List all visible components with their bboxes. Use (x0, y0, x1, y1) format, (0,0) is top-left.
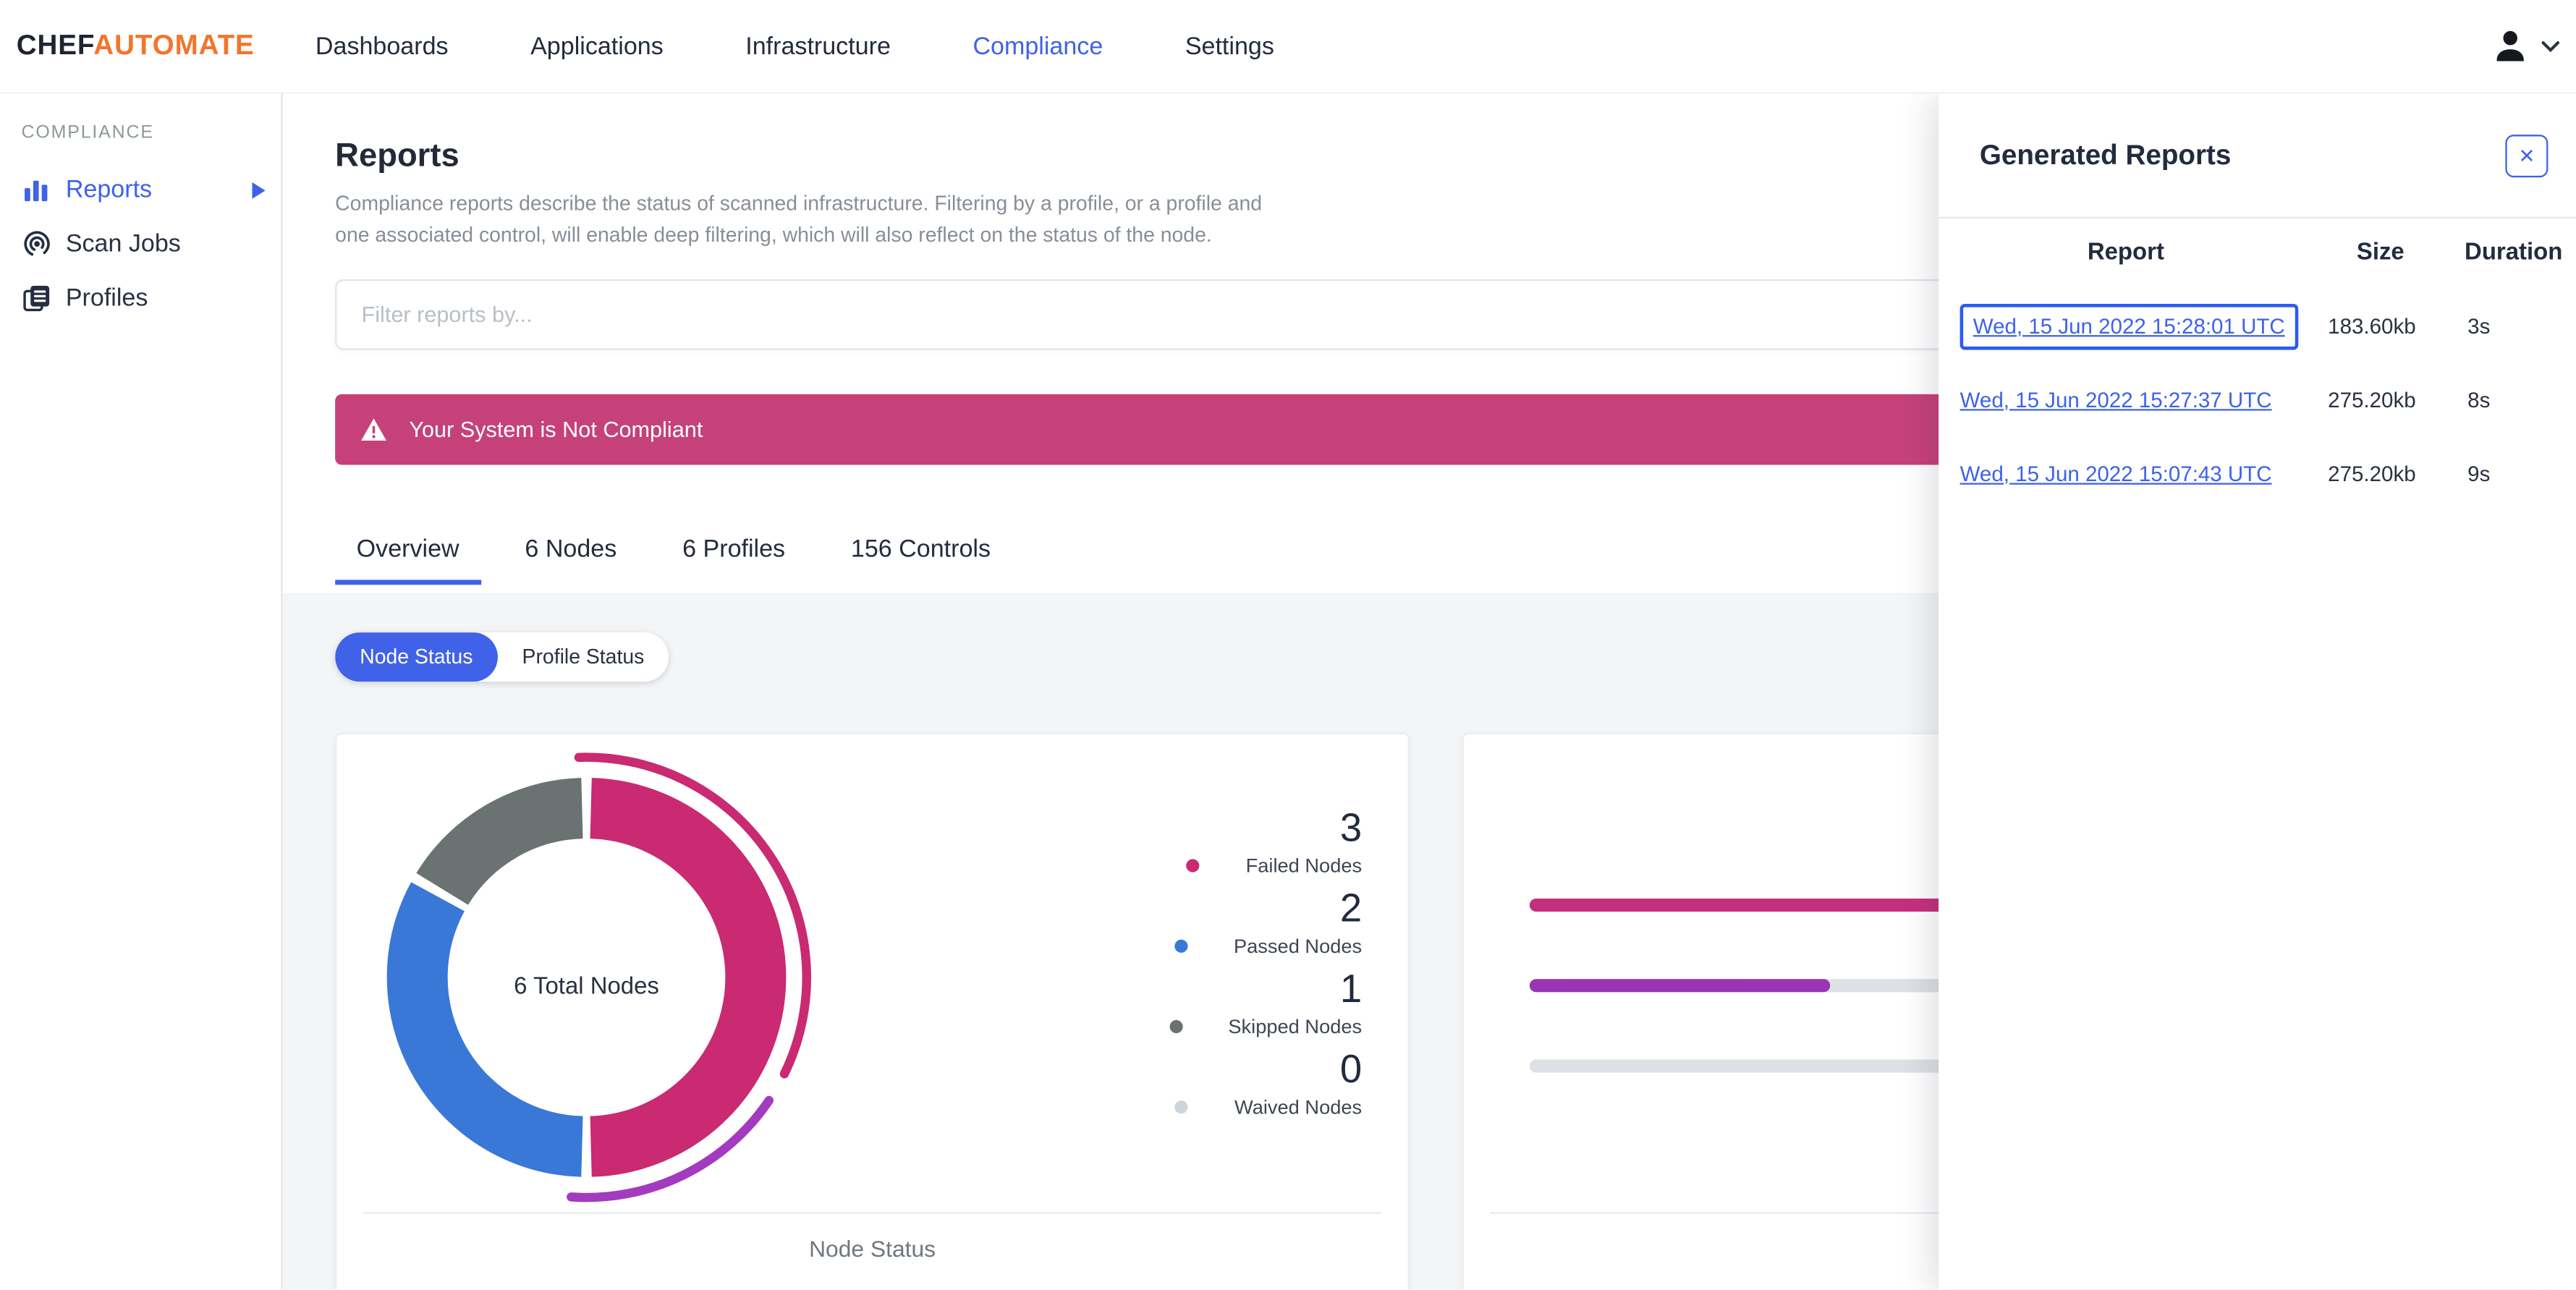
sidebar-item-reports[interactable]: Reports (0, 163, 281, 217)
column-duration: Duration (2465, 239, 2563, 266)
app-window: CHEFAUTOMATE Dashboards Applications Inf… (0, 0, 2576, 1290)
passed-nodes-dot-icon (1174, 939, 1188, 953)
skipped-count: 1 (1339, 967, 1363, 1012)
column-report: Report (2087, 239, 2164, 266)
reports-table-body: Wed, 15 Jun 2022 15:28:01 UTC 183.60kb 3… (1939, 289, 2576, 512)
table-row: Wed, 15 Jun 2022 15:07:43 UTC 275.20kb 9… (1939, 437, 2576, 511)
report-link[interactable]: Wed, 15 Jun 2022 15:07:43 UTC (1960, 461, 2272, 485)
nav-item-applications[interactable]: Applications (514, 25, 679, 67)
legend-label: Passed Nodes (1233, 934, 1363, 958)
report-size: 183.60kb (2328, 313, 2416, 339)
report-duration: 3s (2467, 313, 2491, 339)
passed-count: 2 (1339, 887, 1363, 932)
table-row: Wed, 15 Jun 2022 15:27:37 UTC 275.20kb 8… (1939, 363, 2576, 437)
chevron-down-icon (2541, 40, 2560, 52)
legend-item-skipped: 1 Skipped Nodes (1082, 967, 1362, 1040)
skipped-nodes-dot-icon (1169, 1019, 1182, 1034)
failed-nodes-dot-icon (1186, 859, 1200, 873)
legend-item-failed: 3 Failed Nodes (1082, 807, 1362, 879)
legend-label: Failed Nodes (1245, 854, 1363, 878)
donut-center-label: 6 Total Nodes (514, 974, 659, 1001)
logo-automate: AUTOMATE (93, 29, 255, 61)
node-status-card: 6 Total Nodes 3 Failed Nodes 2 Passed No… (335, 732, 1410, 1290)
report-size: 275.20kb (2328, 461, 2416, 487)
node-status-card-title: Node Status (809, 1235, 936, 1262)
warning-icon (360, 417, 388, 442)
page-description-line1: Compliance reports describe the status o… (335, 192, 1263, 216)
report-size: 275.20kb (2328, 387, 2416, 412)
chef-automate-logo[interactable]: CHEFAUTOMATE (17, 30, 300, 62)
documents-icon (22, 284, 51, 313)
sidebar-item-label: Profiles (65, 284, 148, 313)
user-menu-button[interactable] (2491, 26, 2560, 65)
tab-nodes[interactable]: 6 Nodes (504, 517, 638, 585)
focused-report-link-box: Wed, 15 Jun 2022 15:28:01 UTC (1959, 302, 2298, 349)
main-nav: Dashboards Applications Infrastructure C… (299, 25, 1339, 67)
top-nav: CHEFAUTOMATE Dashboards Applications Inf… (0, 0, 2576, 94)
sidebar-item-scan-jobs[interactable]: Scan Jobs (0, 217, 281, 271)
waived-count: 0 (1339, 1048, 1363, 1092)
close-icon[interactable]: ✕ (2505, 135, 2549, 178)
report-duration: 8s (2467, 387, 2491, 412)
tab-overview[interactable]: Overview (335, 517, 481, 585)
table-row: Wed, 15 Jun 2022 15:28:01 UTC 183.60kb 3… (1939, 289, 2576, 363)
status-toggle: Node Status Profile Status (335, 632, 669, 682)
toggle-node-status[interactable]: Node Status (335, 632, 498, 682)
legend-label: Skipped Nodes (1228, 1015, 1363, 1038)
submenu-arrow-icon (251, 181, 266, 199)
nav-item-infrastructure[interactable]: Infrastructure (729, 25, 907, 67)
bar-chart-icon (22, 175, 51, 205)
legend-item-passed: 2 Passed Nodes (1082, 887, 1362, 959)
legend-item-waived: 0 Waived Nodes (1082, 1048, 1362, 1121)
report-link[interactable]: Wed, 15 Jun 2022 15:28:01 UTC (1973, 313, 2285, 338)
sidebar-item-label: Scan Jobs (65, 229, 181, 258)
page-description-line2: one associated control, will enable deep… (335, 223, 1212, 247)
node-status-legend: 3 Failed Nodes 2 Passed Nodes 1 Skipped … (1082, 807, 1362, 1129)
sidebar-item-profiles[interactable]: Profiles (0, 271, 281, 326)
nav-item-compliance[interactable]: Compliance (957, 25, 1119, 67)
radar-icon (22, 229, 51, 259)
report-duration: 9s (2467, 461, 2491, 487)
banner-text: Your System is Not Compliant (409, 417, 703, 442)
sidebar-section-label: COMPLIANCE (21, 123, 154, 143)
generated-reports-panel: Generated Reports ✕ Report Size Duration… (1939, 93, 2576, 1290)
nav-item-settings[interactable]: Settings (1169, 25, 1290, 67)
column-size: Size (2356, 239, 2405, 266)
tab-controls[interactable]: 156 Controls (829, 517, 1012, 585)
card-divider (363, 1212, 1382, 1214)
legend-label: Waived Nodes (1234, 1095, 1363, 1119)
tab-profiles[interactable]: 6 Profiles (661, 517, 807, 585)
reports-table-header: Report Size Duration (1939, 239, 2576, 272)
nav-item-dashboards[interactable]: Dashboards (299, 25, 465, 67)
toggle-profile-status[interactable]: Profile Status (497, 632, 669, 682)
report-link[interactable]: Wed, 15 Jun 2022 15:27:37 UTC (1960, 387, 2272, 412)
failed-count: 3 (1339, 806, 1363, 852)
nav-right (2491, 26, 2576, 65)
compliance-sidebar: COMPLIANCE Reports Scan Jobs Profiles (0, 93, 283, 1290)
logo-chef: CHEF (16, 29, 94, 61)
panel-title: Generated Reports (1979, 139, 2232, 171)
waived-nodes-dot-icon (1175, 1100, 1189, 1114)
panel-header: Generated Reports ✕ (1939, 93, 2576, 218)
sidebar-item-label: Reports (65, 175, 153, 204)
user-icon (2491, 26, 2530, 65)
